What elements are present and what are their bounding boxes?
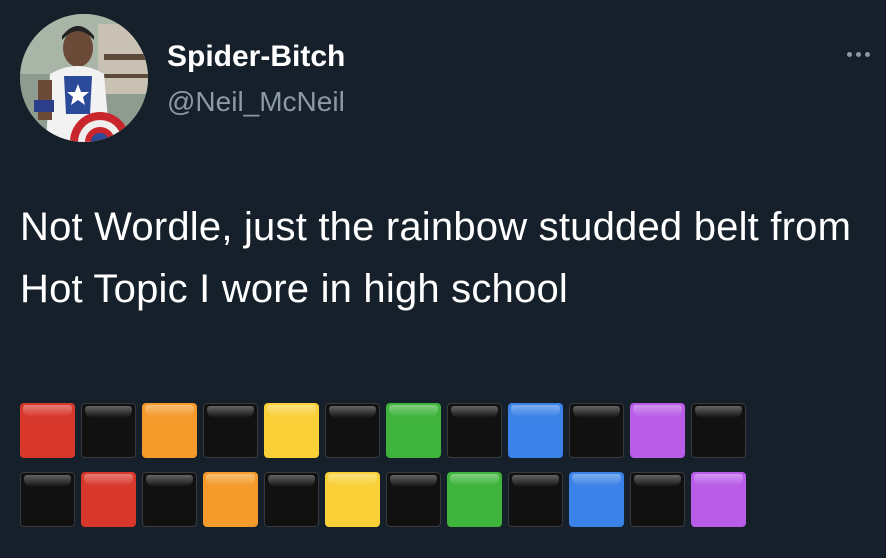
black-square-emoji-icon [508, 472, 563, 527]
black-square-emoji-icon [569, 403, 624, 458]
black-square-emoji-icon [630, 472, 685, 527]
black-square-emoji-icon [325, 403, 380, 458]
black-square-emoji-icon [142, 472, 197, 527]
black-square-emoji-icon [691, 403, 746, 458]
blue-square-emoji-icon [508, 403, 563, 458]
more-options-button[interactable] [838, 44, 878, 64]
more-horizontal-icon [855, 51, 861, 57]
tweet-card: Spider-Bitch @Neil_McNeil Not Wordle, ju… [0, 0, 886, 558]
orange-square-emoji-icon [203, 472, 258, 527]
orange-square-emoji-icon [142, 403, 197, 458]
more-horizontal-icon [864, 51, 870, 57]
red-square-emoji-icon [20, 403, 75, 458]
red-square-emoji-icon [81, 472, 136, 527]
green-square-emoji-icon [447, 472, 502, 527]
avatar[interactable] [20, 14, 148, 142]
black-square-emoji-icon [386, 472, 441, 527]
black-square-emoji-icon [81, 403, 136, 458]
emoji-row [20, 403, 746, 458]
tweet-text: Not Wordle, just the rainbow studded bel… [20, 205, 852, 311]
black-square-emoji-icon [264, 472, 319, 527]
yellow-square-emoji-icon [264, 403, 319, 458]
avatar-photo [20, 14, 148, 142]
black-square-emoji-icon [203, 403, 258, 458]
more-horizontal-icon [846, 51, 852, 57]
green-square-emoji-icon [386, 403, 441, 458]
emoji-row [20, 472, 746, 527]
black-square-emoji-icon [447, 403, 502, 458]
display-name[interactable]: Spider-Bitch [167, 40, 345, 74]
black-square-emoji-icon [20, 472, 75, 527]
purple-square-emoji-icon [630, 403, 685, 458]
user-handle[interactable]: @Neil_McNeil [167, 86, 345, 118]
purple-square-emoji-icon [691, 472, 746, 527]
blue-square-emoji-icon [569, 472, 624, 527]
yellow-square-emoji-icon [325, 472, 380, 527]
